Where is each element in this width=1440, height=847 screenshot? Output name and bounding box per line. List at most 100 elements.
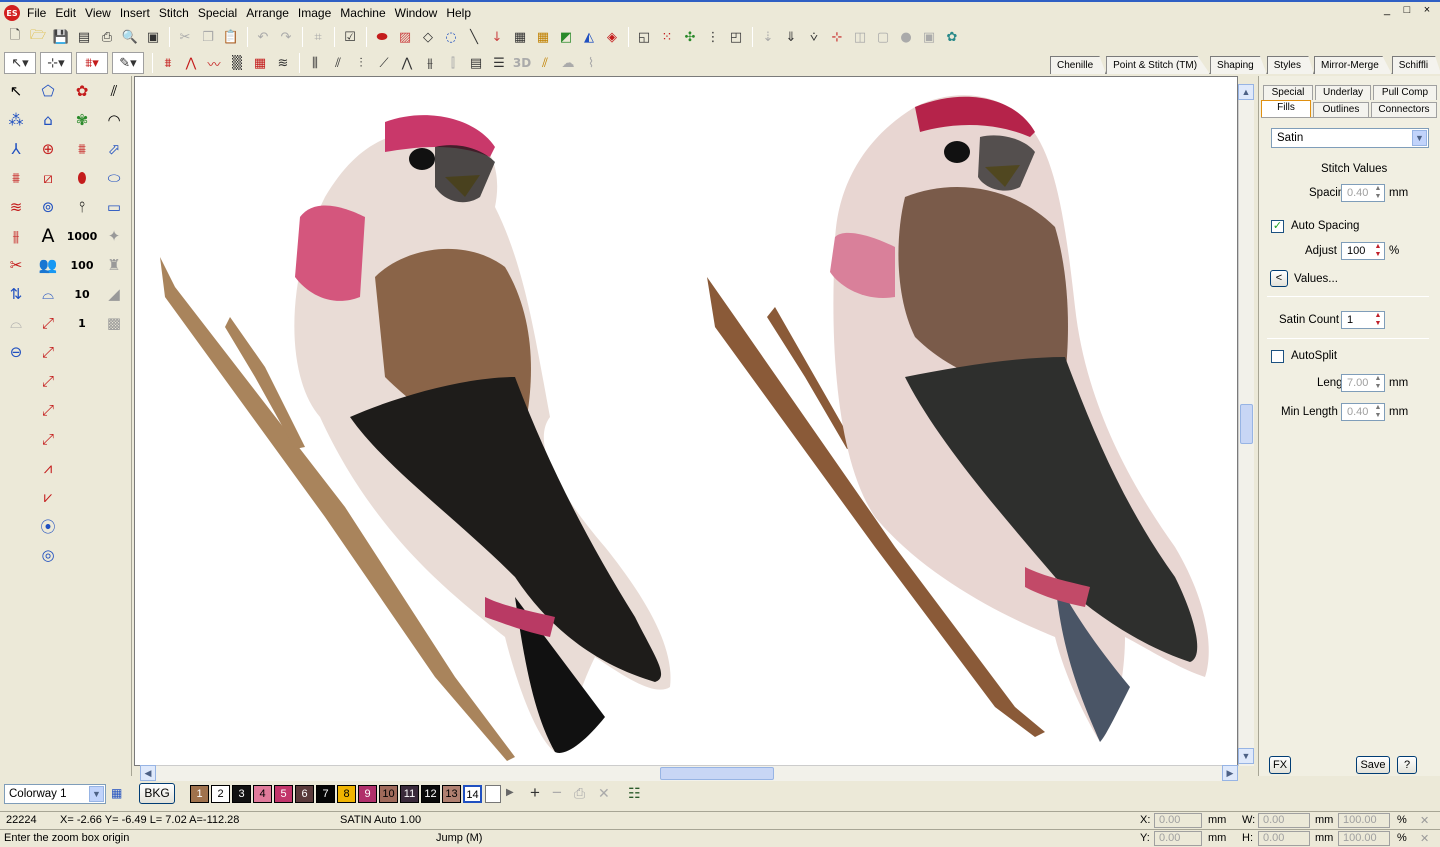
redo-icon[interactable]: ↷ xyxy=(275,26,297,48)
color-swatch[interactable]: 11 xyxy=(400,785,419,803)
color-wheel-icon[interactable]: ◈ xyxy=(601,26,623,48)
color-swatch[interactable]: 13 xyxy=(442,785,461,803)
color-swatch[interactable]: 12 xyxy=(421,785,440,803)
stitch-1000-icon[interactable]: 1000 xyxy=(67,223,98,249)
menu-image[interactable]: Image xyxy=(296,6,338,20)
show-stitches-icon[interactable]: ⬬ xyxy=(371,26,393,48)
horizontal-scroll-thumb[interactable] xyxy=(660,767,774,780)
tab-styles[interactable]: Styles xyxy=(1266,56,1314,74)
density-icon[interactable]: ⫵ xyxy=(2,223,30,249)
fill-pattern-icon[interactable]: ▒ xyxy=(226,52,248,74)
x-field[interactable]: 0.00 xyxy=(1154,813,1202,828)
tab-schiffli[interactable]: Schiffli xyxy=(1391,56,1440,74)
color-swatch[interactable]: 3 xyxy=(232,785,251,803)
send-to-machine-icon[interactable]: ▣ xyxy=(142,26,164,48)
undo-icon[interactable]: ↶ xyxy=(252,26,274,48)
save-button[interactable]: Save xyxy=(1356,756,1390,774)
copy-icon[interactable]: ❐ xyxy=(197,26,219,48)
arc-icon[interactable]: ◠ xyxy=(100,107,128,133)
menu-help[interactable]: Help xyxy=(444,6,478,20)
motif-run-icon[interactable]: ⤢ xyxy=(34,368,62,394)
menu-insert[interactable]: Insert xyxy=(118,6,157,20)
texture-icon[interactable]: ▩ xyxy=(100,310,128,336)
zigzag-run-icon[interactable]: ⩘ xyxy=(34,455,62,481)
color-swatch[interactable]: 7 xyxy=(316,785,335,803)
needle-down-icon[interactable]: ⇓ xyxy=(780,26,802,48)
h-field[interactable]: 0.00 xyxy=(1258,831,1310,846)
print-preview-icon[interactable]: 🔍 xyxy=(119,26,141,48)
chevron-down-icon[interactable]: ▼ xyxy=(89,786,104,802)
zoom-fit-icon[interactable]: ◱ xyxy=(633,26,655,48)
column-icon[interactable]: ⫼ xyxy=(304,52,326,74)
circle-target-icon[interactable]: ◎ xyxy=(34,542,62,568)
sequin-icon[interactable]: ⫽ xyxy=(534,52,556,74)
color-swatch[interactable]: 9 xyxy=(358,785,377,803)
color-swatch[interactable]: 1 xyxy=(190,785,209,803)
tab-connectors[interactable]: Connectors xyxy=(1371,102,1437,117)
vertical-scrollbar[interactable]: ▲ ▼ xyxy=(1238,84,1254,766)
spacing-field[interactable]: 0.40 ▲ ▼ xyxy=(1341,184,1385,202)
color-x-icon[interactable]: ✕ xyxy=(598,785,610,802)
checkmark-icon[interactable]: ☑ xyxy=(339,26,361,48)
w-field[interactable]: 0.00 xyxy=(1258,813,1310,828)
fx-button[interactable]: FX xyxy=(1269,756,1291,774)
zigzag-icon[interactable]: ⋀ xyxy=(180,52,202,74)
add-color-icon[interactable]: + xyxy=(530,783,540,803)
tab-chenille[interactable]: Chenille xyxy=(1050,56,1107,74)
rectangle-icon[interactable]: ▭ xyxy=(100,194,128,220)
wave-icon[interactable]: 〰 xyxy=(203,52,225,74)
menu-stitch[interactable]: Stitch xyxy=(157,6,196,20)
needle-icon[interactable]: ⇣ xyxy=(757,26,779,48)
reshape-icon[interactable]: ⬠ xyxy=(34,78,62,104)
scroll-up-arrow-icon[interactable]: ▲ xyxy=(1238,84,1254,100)
y-field[interactable]: 0.00 xyxy=(1154,831,1202,846)
align-icon[interactable]: ◫ xyxy=(849,26,871,48)
color-swatch[interactable]: 14 xyxy=(463,785,482,803)
stitch-player-icon[interactable]: ⌗ xyxy=(307,26,329,48)
design-canvas[interactable] xyxy=(134,76,1238,766)
lace-icon[interactable]: ▤ xyxy=(465,52,487,74)
flower-icon[interactable]: ✿ xyxy=(68,78,96,104)
radial-icon[interactable]: ⟋ xyxy=(373,52,395,74)
select-arrow-icon[interactable]: ↖ xyxy=(2,78,30,104)
circle-icon[interactable]: ● xyxy=(895,26,917,48)
show-image-icon[interactable]: ◩ xyxy=(555,26,577,48)
auto-spacing-checkbox[interactable]: ✓ xyxy=(1271,220,1284,233)
tatami-icon[interactable]: ☰ xyxy=(488,52,510,74)
app-icon[interactable]: ES xyxy=(4,5,20,21)
lock-h-icon[interactable]: ✕ xyxy=(1420,832,1429,845)
tab-fills[interactable]: Fills xyxy=(1261,100,1311,117)
color-swatch[interactable]: 6 xyxy=(295,785,314,803)
branch-icon[interactable]: ⅄ xyxy=(2,136,30,162)
color-swatch[interactable]: 10 xyxy=(379,785,398,803)
satin-run-icon[interactable]: ⩗ xyxy=(34,484,62,510)
menu-view[interactable]: View xyxy=(83,6,118,20)
sequin-tool-icon[interactable]: ⦿ xyxy=(34,513,62,539)
run-stitch-icon[interactable]: ⤢ xyxy=(34,310,62,336)
tab-underlay[interactable]: Underlay xyxy=(1315,85,1371,100)
spin-arrows-icon[interactable]: ▲ ▼ xyxy=(1372,243,1384,259)
dots-grid-icon[interactable]: ⁙ xyxy=(656,26,678,48)
swatch-scroll-right-icon[interactable]: ▶ xyxy=(506,787,514,798)
save-as-icon[interactable]: ▤ xyxy=(73,26,95,48)
color-list-icon[interactable]: ☷ xyxy=(628,785,641,802)
star-icon[interactable]: ⋀ xyxy=(396,52,418,74)
menu-arrange[interactable]: Arrange xyxy=(244,6,296,20)
color-swatch[interactable]: 2 xyxy=(211,785,230,803)
show-needle-icon[interactable]: ↓ xyxy=(486,26,508,48)
cloud-icon[interactable]: ☁ xyxy=(557,52,579,74)
color-swatch[interactable]: 4 xyxy=(253,785,272,803)
shape-outline-icon[interactable]: ⌂ xyxy=(34,107,62,133)
hatch-lines-icon[interactable]: ⫽ xyxy=(100,78,128,104)
restore-button[interactable]: □ xyxy=(1400,3,1414,17)
tab-mirror-merge[interactable]: Mirror-Merge xyxy=(1313,56,1392,74)
w-percent-field[interactable]: 100.00 xyxy=(1338,813,1390,828)
values-expand-button[interactable]: < xyxy=(1270,270,1288,287)
stem-stitch-icon[interactable]: ⤢ xyxy=(34,397,62,423)
node-select-icon[interactable]: ⁂ xyxy=(2,107,30,133)
mirror-icon[interactable]: ⧄ xyxy=(34,165,62,191)
node-tree-icon[interactable]: ⊹ xyxy=(826,26,848,48)
text-tool-icon[interactable]: A xyxy=(34,223,62,249)
hoop-grid-icon[interactable]: ▦ xyxy=(532,26,554,48)
knife-icon[interactable]: ✂ xyxy=(2,252,30,278)
